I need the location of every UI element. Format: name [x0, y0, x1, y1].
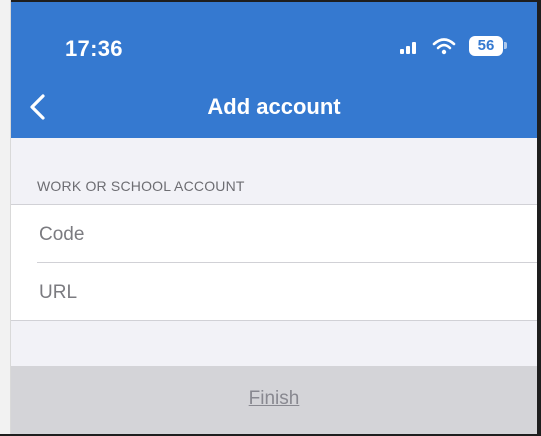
account-form-list — [11, 204, 537, 322]
page-title: Add account — [207, 94, 341, 119]
status-time: 17:36 — [65, 36, 123, 61]
frame-left-edge — [0, 0, 11, 436]
battery-indicator: 56 — [469, 36, 503, 56]
cellular-signal-icon — [400, 40, 420, 54]
finish-button[interactable]: Finish — [11, 388, 537, 410]
code-row — [11, 205, 537, 264]
frame-right-edge — [537, 0, 541, 436]
code-input[interactable] — [37, 205, 521, 264]
finish-bar: Finish — [11, 366, 537, 434]
url-row — [37, 262, 537, 322]
app-screen: 17:36 56 Add account WORK OR SCHOOL ACCO… — [11, 2, 537, 434]
screenshot-frame: 17:36 56 Add account WORK OR SCHOOL ACCO… — [0, 0, 541, 436]
section-header: WORK OR SCHOOL ACCOUNT — [37, 178, 245, 194]
navigation-header: 17:36 56 Add account — [11, 2, 537, 138]
wifi-icon — [432, 38, 456, 55]
url-input[interactable] — [37, 263, 521, 322]
battery-nub — [504, 42, 507, 49]
